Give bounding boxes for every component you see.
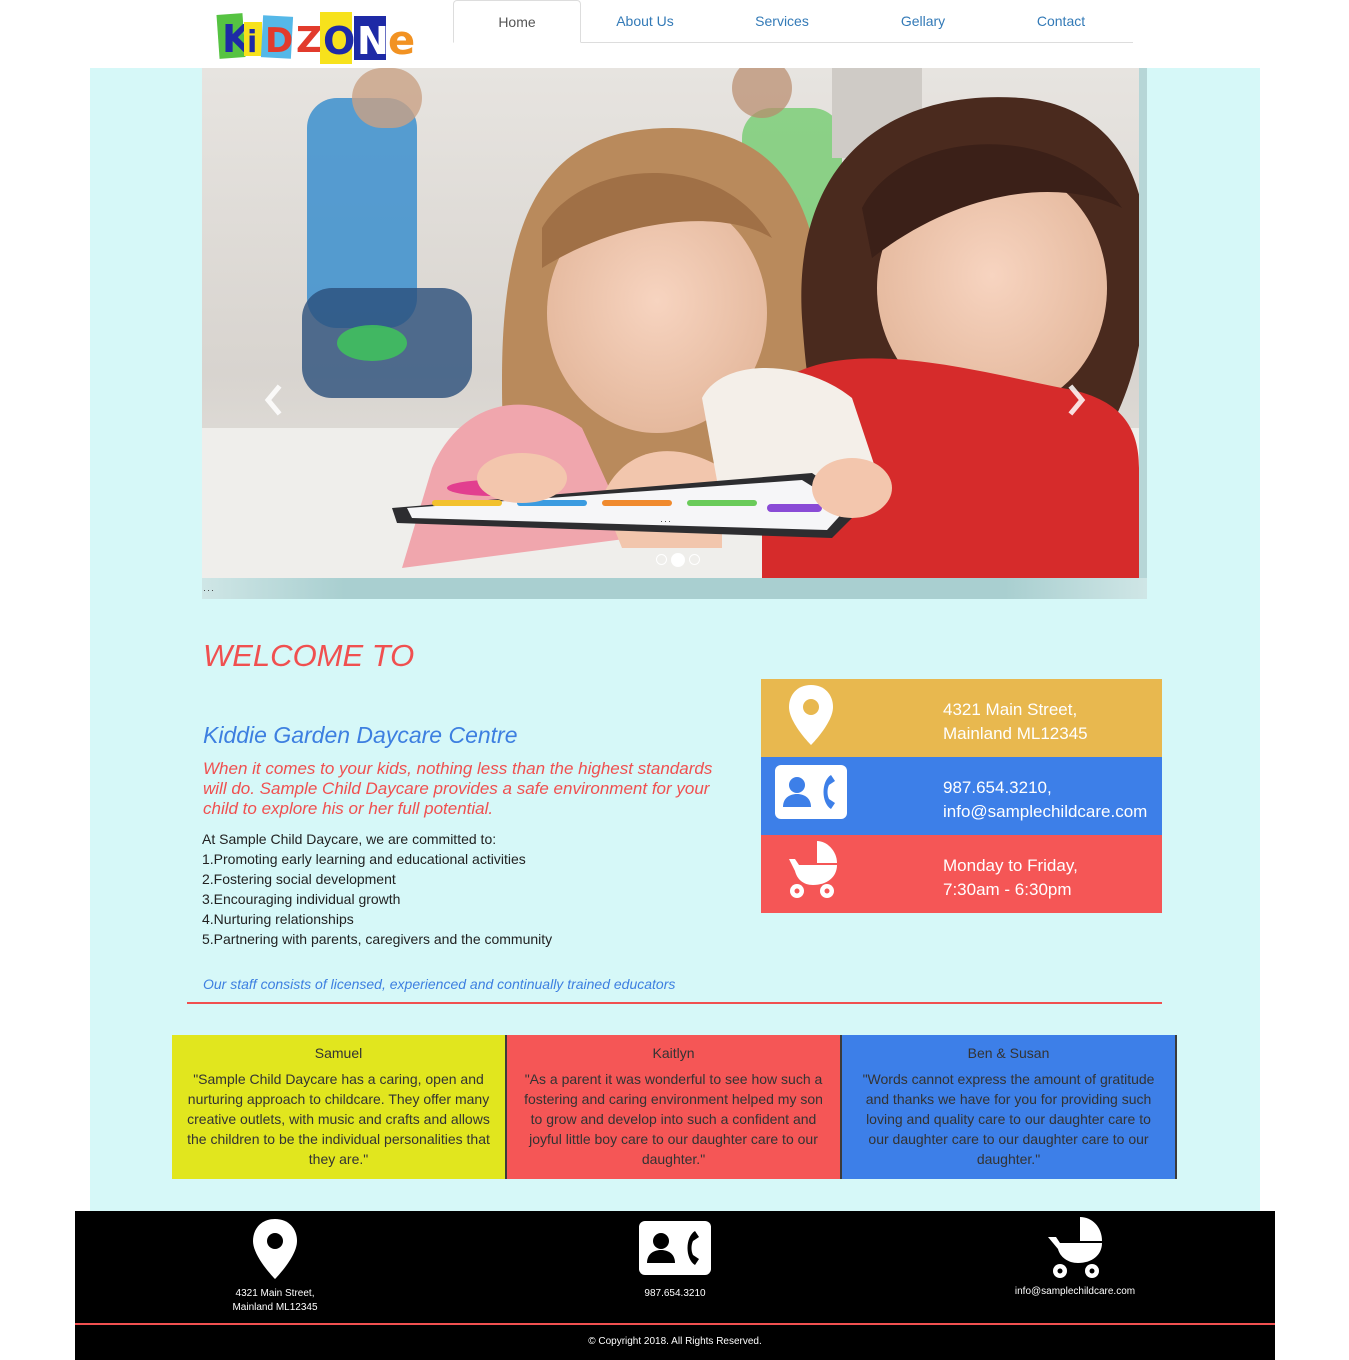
- testimonial-name: Ben & Susan: [967, 1045, 1050, 1061]
- svg-text:e: e: [388, 18, 415, 64]
- slide-indicator-2[interactable]: [671, 552, 685, 567]
- nav-about-us[interactable]: About Us: [583, 0, 707, 41]
- testimonial-quote: "As a parent it was wonderful to see how…: [524, 1071, 823, 1167]
- hero-slider: ··· ···: [202, 68, 1147, 599]
- footer-address-line-2: Mainland ML12345: [232, 1302, 318, 1313]
- main-nav: Home About Us Services Gellary Contact: [453, 0, 1133, 43]
- nav-services[interactable]: Services: [715, 0, 849, 41]
- svg-text:O: O: [323, 19, 355, 63]
- svg-text:D: D: [265, 21, 293, 61]
- tagline: When it comes to your kids, nothing less…: [203, 759, 713, 818]
- contact-text: 987.654.3210, info@samplechildcare.com: [943, 776, 1147, 824]
- nav-contact[interactable]: Contact: [995, 0, 1127, 41]
- copyright-text: © Copyright 2018. All Rights Reserved.: [588, 1336, 762, 1347]
- info-hours: Monday to Friday, 7:30am - 6:30pm: [761, 835, 1162, 913]
- slider-next-button[interactable]: [1062, 380, 1092, 420]
- info-address: 4321 Main Street, Mainland ML12345: [761, 679, 1162, 757]
- email-link[interactable]: info@samplechildcare.com: [943, 800, 1147, 824]
- commitment-item: 4.Nurturing relationships: [202, 911, 354, 927]
- footer-phone-text[interactable]: 987.654.3210: [575, 1287, 775, 1301]
- commitments-lead: At Sample Child Daycare, we are committe…: [202, 831, 497, 847]
- commitments-list: At Sample Child Daycare, we are committe…: [202, 829, 722, 949]
- caption-ellipsis: ···: [203, 585, 215, 595]
- commitment-item: 1.Promoting early learning and education…: [202, 851, 526, 867]
- testimonial-name: Kaitlyn: [652, 1045, 695, 1061]
- slide-edge: [1139, 68, 1147, 578]
- nav-gallery[interactable]: Gellary: [857, 0, 989, 41]
- slide-caption-strip: [202, 578, 1147, 599]
- slide-ellipsis: ···: [660, 516, 672, 526]
- testimonial-name: Samuel: [314, 1045, 363, 1061]
- kidzone-logo[interactable]: K i D Z O N e: [216, 8, 424, 66]
- commitment-item: 2.Fostering social development: [202, 871, 396, 887]
- slider-prev-button[interactable]: [258, 380, 288, 420]
- contact-phone-icon: [775, 765, 847, 819]
- contact-phone-icon: [639, 1221, 711, 1275]
- slide-photo-girls-with-tablet: [202, 68, 1139, 578]
- site-footer: 4321 Main Street, Mainland ML12345 987.6…: [75, 1211, 1275, 1360]
- section-divider: [187, 1002, 1162, 1004]
- hours-days: Monday to Friday,: [943, 856, 1078, 875]
- phone-text[interactable]: 987.654.3210,: [943, 776, 1147, 800]
- slider-indicators: [654, 551, 702, 567]
- footer-divider: [75, 1323, 1275, 1325]
- svg-text:i: i: [247, 25, 257, 60]
- footer-phone: 987.654.3210: [575, 1211, 775, 1301]
- hours-text: Monday to Friday, 7:30am - 6:30pm: [943, 854, 1078, 902]
- commitment-item: 3.Encouraging individual growth: [202, 891, 401, 907]
- footer-email: info@samplechildcare.com: [975, 1211, 1175, 1299]
- slide-indicator-3[interactable]: [689, 554, 700, 566]
- nav-home[interactable]: Home: [453, 0, 581, 43]
- map-pin-icon: [789, 685, 833, 745]
- footer-email-link[interactable]: info@samplechildcare.com: [975, 1285, 1175, 1299]
- centre-name: Kiddie Garden Daycare Centre: [203, 722, 518, 748]
- chevron-left-icon: [264, 384, 282, 416]
- testimonial-card: Kaitlyn "As a parent it was wonderful to…: [507, 1035, 842, 1179]
- map-pin-icon: [253, 1219, 297, 1279]
- testimonial-card: Samuel "Sample Child Daycare has a carin…: [172, 1035, 507, 1179]
- stroller-icon: [1048, 1217, 1102, 1278]
- footer-address: 4321 Main Street, Mainland ML12345: [175, 1211, 375, 1315]
- welcome-heading: WELCOME TO: [203, 638, 415, 673]
- testimonial-quote: "Sample Child Daycare has a caring, open…: [187, 1071, 490, 1167]
- footer-address-line-1: 4321 Main Street,: [235, 1288, 315, 1299]
- svg-text:N: N: [357, 19, 389, 63]
- address-text: 4321 Main Street, Mainland ML12345: [943, 698, 1088, 746]
- svg-text:Z: Z: [296, 20, 322, 61]
- address-line-2: Mainland ML12345: [943, 724, 1088, 743]
- commitment-item: 5.Partnering with parents, caregivers an…: [202, 931, 553, 947]
- staff-note: Our staff consists of licensed, experien…: [203, 976, 676, 992]
- hours-time: 7:30am - 6:30pm: [943, 880, 1072, 899]
- testimonial-quote: "Words cannot express the amount of grat…: [862, 1071, 1155, 1167]
- chevron-right-icon: [1068, 384, 1086, 416]
- stroller-icon: [789, 841, 837, 898]
- slide-indicator-1[interactable]: [656, 554, 667, 566]
- info-contact: 987.654.3210, info@samplechildcare.com: [761, 757, 1162, 835]
- testimonial-card: Ben & Susan "Words cannot express the am…: [842, 1035, 1177, 1179]
- address-line-1: 4321 Main Street,: [943, 700, 1078, 719]
